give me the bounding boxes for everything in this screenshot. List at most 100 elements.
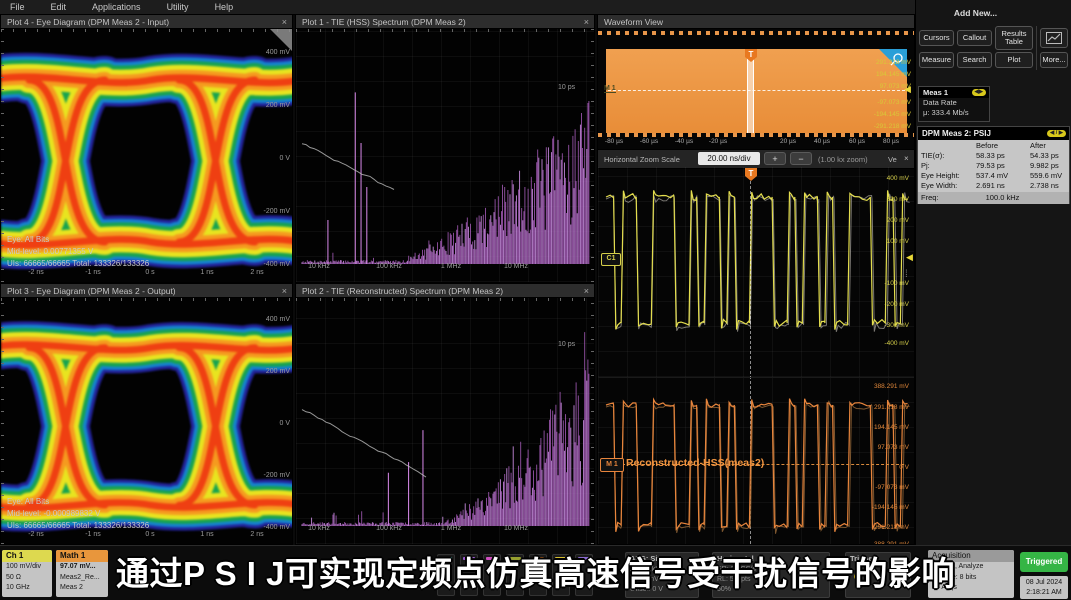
pane-resize-handle[interactable]: ⁞ <box>905 272 908 277</box>
row-after: 559.6 mV <box>1030 171 1062 180</box>
plot2-titlebar[interactable]: Plot 2 - TIE (Reconstructed) Spectrum (D… <box>296 284 594 298</box>
dpm-nav-pill[interactable]: ◀ / ▶ <box>1047 130 1066 137</box>
ch1-badge-line: 50 Ω <box>2 573 52 584</box>
zoom-scale-input[interactable]: 20.00 ns/div <box>698 152 760 165</box>
plot4-panel: Plot 4 - Eye Diagram (DPM Meas 2 - Input… <box>0 14 293 283</box>
meas1-line1: Data Rate <box>919 98 989 108</box>
math-badge[interactable]: M 1 <box>600 458 624 472</box>
plot1-y-label: 10 ps <box>558 84 575 91</box>
datetime-box: 08 Jul 2024 2:18:21 AM <box>1020 576 1068 599</box>
row-before: 58.33 ps <box>976 151 1005 160</box>
add-cursors-button[interactable]: Cursors <box>919 30 954 46</box>
triggered-indicator: Triggered <box>1020 552 1068 572</box>
row-before: 79.53 ps <box>976 161 1005 170</box>
meas1-line2: μ: 333.4 Mb/s <box>919 108 989 118</box>
meas1-nav-pill[interactable]: ◀▶ <box>972 89 986 96</box>
row-after: 9.982 ps <box>1030 161 1059 170</box>
ruler-ticks <box>1 298 4 544</box>
row-before: 537.4 mV <box>976 171 1008 180</box>
zoom-magnifier-icon[interactable] <box>879 49 907 77</box>
zoom-ve-label: Ve <box>888 155 897 164</box>
add-measure-button[interactable]: Measure <box>919 52 954 68</box>
math1-badge-line: Meas2_Re... <box>56 573 108 584</box>
divider <box>1036 26 1037 70</box>
math1-source-badge[interactable]: Math 1 97.07 mV... Meas2_Re... Meas 2 <box>56 550 108 597</box>
menu-file[interactable]: File <box>10 2 25 12</box>
zoom-scale-label: Horizontal Zoom Scale <box>604 155 680 164</box>
menu-help[interactable]: Help <box>215 2 234 12</box>
ruler-ticks <box>296 298 594 301</box>
plot1-spectrum[interactable]: 10 kHz100 kHz1 MHz10 MHz 10 ps <box>296 29 594 282</box>
meas1-badge[interactable]: Meas 1 ◀▶ Data Rate μ: 333.4 Mb/s <box>918 86 990 122</box>
close-icon[interactable]: × <box>282 284 287 298</box>
freq-label: Freq: <box>918 193 939 202</box>
waveform-view-panel: Waveform View M 1 T ◀ 291.218 mV194.145 … <box>597 14 915 545</box>
overview-ticks <box>598 133 914 137</box>
plot3-eye-diagram[interactable]: 400 mV200 mV0 V-200 mV-400 mV -2 ns-1 ns… <box>1 298 292 544</box>
ruler-ticks <box>296 29 594 32</box>
close-icon[interactable]: × <box>584 284 589 298</box>
overview-center-line <box>608 90 905 91</box>
ch1-badge[interactable]: C1 <box>601 253 621 266</box>
close-icon[interactable]: × <box>282 15 287 29</box>
ch1-source-badge[interactable]: Ch 1 100 mV/div 50 Ω 10 GHz <box>2 550 52 597</box>
dpm-freq-row: Freq: 100.0 kHz <box>918 192 1069 204</box>
add-callout-button[interactable]: Callout <box>957 30 992 46</box>
menu-bar: File Edit Applications Utility Help <box>0 0 1071 15</box>
col-header: After <box>1030 141 1046 150</box>
zoom-window-strip[interactable] <box>747 49 754 133</box>
ruler-ticks <box>591 298 594 544</box>
math1-badge-line: 97.07 mV... <box>56 562 108 573</box>
axis-label: 20 µs <box>780 138 796 145</box>
zoom-out-button[interactable]: − <box>790 152 812 165</box>
add-plot-button[interactable]: Plot <box>995 52 1033 68</box>
ch1-zoom-view[interactable] <box>598 167 914 377</box>
date-label: 08 Jul 2024 <box>1020 578 1068 588</box>
more-button[interactable]: More... <box>1040 52 1068 68</box>
plot3-title: Plot 3 - Eye Diagram (DPM Meas 2 - Outpu… <box>7 286 176 296</box>
menu-applications[interactable]: Applications <box>92 2 141 12</box>
axis-label: -20 µs <box>709 138 727 145</box>
plot4-eye-diagram[interactable]: 400 mV200 mV0 V-200 mV-400 mV -2 ns-1 ns… <box>1 29 292 282</box>
row-after: 54.33 ps <box>1030 151 1059 160</box>
plot2-title: Plot 2 - TIE (Reconstructed) Spectrum (D… <box>302 286 503 296</box>
row-name: Eye Height: <box>921 171 960 180</box>
plot1-titlebar[interactable]: Plot 1 - TIE (HSS) Spectrum (DPM Meas 2)… <box>296 15 594 29</box>
ch1-badge-line: 10 GHz <box>2 583 52 594</box>
plot3-titlebar[interactable]: Plot 3 - Eye Diagram (DPM Meas 2 - Outpu… <box>1 284 292 298</box>
ruler-ticks <box>1 29 292 32</box>
ruler-ticks <box>591 29 594 282</box>
plot4-titlebar[interactable]: Plot 4 - Eye Diagram (DPM Meas 2 - Input… <box>1 15 292 29</box>
menu-utility[interactable]: Utility <box>167 2 189 12</box>
math1-badge-line: Meas 2 <box>56 583 108 594</box>
zoom-factor-label: (1.00 kx zoom) <box>818 155 868 164</box>
zoom-in-button[interactable]: + <box>764 152 786 165</box>
plot2-y-label: 10 ps <box>558 341 575 348</box>
row-name: Eye Width: <box>921 181 957 190</box>
overview-source-label: M 1 <box>604 85 616 93</box>
dpm-results-table[interactable]: DPM Meas 2: PSIJ ◀ / ▶ Before After TIE(… <box>917 126 1070 204</box>
axis-label: -40 µs <box>675 138 693 145</box>
row-name: Pj: <box>921 161 930 170</box>
plot1-title: Plot 1 - TIE (HSS) Spectrum (DPM Meas 2) <box>302 17 466 27</box>
axis-label: 60 µs <box>849 138 865 145</box>
ch1-badge-line: 100 mV/div <box>2 562 52 573</box>
ruler-ticks <box>1 298 292 301</box>
act-on-event-button[interactable] <box>1040 28 1068 48</box>
math1-badge-title: Math 1 <box>56 550 108 562</box>
waveform-view-titlebar[interactable]: Waveform View <box>598 15 914 29</box>
chart-icon <box>1046 32 1062 44</box>
plot2-spectrum[interactable]: 10 kHz100 kHz1 MHz10 MHz 10 ps <box>296 298 594 544</box>
overview-ticks <box>598 31 914 35</box>
waveform-overview[interactable] <box>606 49 907 133</box>
plot3-panel: Plot 3 - Eye Diagram (DPM Meas 2 - Outpu… <box>0 283 293 545</box>
add-results-table-button[interactable]: Results Table <box>995 26 1033 50</box>
close-icon[interactable]: × <box>584 15 589 29</box>
ch1-badge-title: Ch 1 <box>2 550 52 562</box>
menu-edit[interactable]: Edit <box>51 2 67 12</box>
subtitle-caption: 通过P S I J可实现定频点仿真高速信号受干扰信号的影响 <box>116 547 955 595</box>
plot1-panel: Plot 1 - TIE (HSS) Spectrum (DPM Meas 2)… <box>295 14 595 283</box>
add-search-button[interactable]: Search <box>957 52 992 68</box>
horizontal-zoom-bar: Horizontal Zoom Scale 20.00 ns/div + − (… <box>598 149 914 169</box>
close-icon[interactable]: × <box>904 154 909 163</box>
